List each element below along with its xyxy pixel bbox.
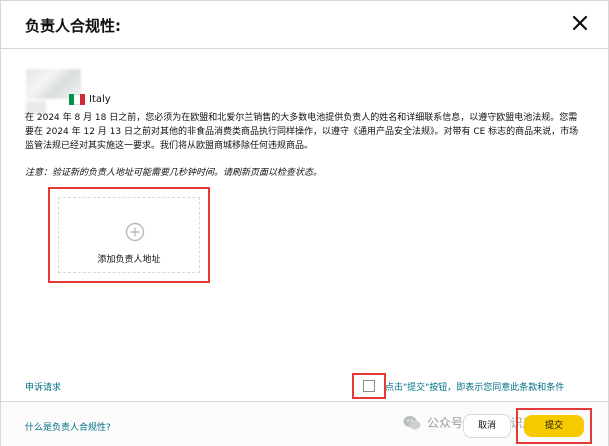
add-responsible-address-card[interactable]: 添加负责人地址 xyxy=(48,187,210,283)
compliance-notice: 在 2024 年 8 月 18 日之前，您必须为在欧盟和北爱尔兰销售的大多数电池… xyxy=(25,113,579,151)
compliance-dialog: 负责人合规性: Italy 在 2024 年 8 月 18 日之前，您必须为在欧… xyxy=(0,0,609,446)
agreement-text: 点击"提交"按钮，即表示您同意此条款和条件 xyxy=(385,383,565,393)
agree-checkbox[interactable] xyxy=(363,380,375,392)
wechat-icon xyxy=(403,415,421,429)
dialog-title: 负责人合规性: xyxy=(25,17,121,35)
close-icon[interactable] xyxy=(568,11,592,35)
checkbox-highlight xyxy=(352,373,386,399)
verification-note: 注意：验证新的负责人地址可能需要几秒钟时间。请刷新页面以检查状态。 xyxy=(25,168,323,178)
agreement-row: 申诉请求 点击"提交"按钮，即表示您同意此条款和条件 xyxy=(1,373,608,399)
submit-highlight: 提交 xyxy=(516,408,592,444)
dialog-footer: 什么是负责人合规性? 公众号 · 多半知识产权 取消 提交 xyxy=(1,401,608,446)
add-card-dashed-area: 添加负责人地址 xyxy=(58,197,200,273)
what-is-compliance-link[interactable]: 什么是负责人合规性? xyxy=(25,420,111,433)
plus-circle-icon xyxy=(125,222,145,242)
add-address-label: 添加负责人地址 xyxy=(97,255,161,265)
dialog-content: Italy 在 2024 年 8 月 18 日之前，您必须为在欧盟和北爱尔兰销售… xyxy=(1,49,608,399)
country-name: Italy xyxy=(89,93,111,105)
italy-flag-icon xyxy=(69,93,85,105)
dialog-header: 负责人合规性: xyxy=(1,1,608,49)
appeal-request-link[interactable]: 申诉请求 xyxy=(25,380,61,393)
cancel-button[interactable]: 取消 xyxy=(463,414,511,438)
seller-country: Italy xyxy=(69,93,111,105)
submit-button[interactable]: 提交 xyxy=(524,415,584,437)
